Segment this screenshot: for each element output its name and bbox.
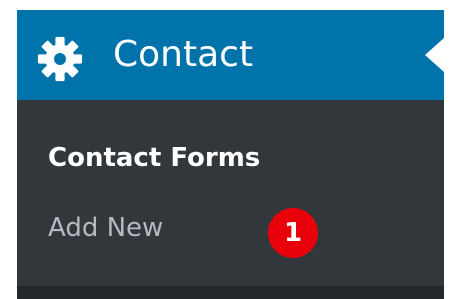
submenu-item-contact-forms[interactable]: Contact Forms [48, 139, 260, 177]
menu-item-contact[interactable]: Contact [17, 10, 444, 100]
gear-icon [37, 36, 83, 82]
current-menu-arrow [425, 38, 444, 72]
submenu-item-add-new[interactable]: Add New [48, 209, 163, 247]
menu-item-label: Contact [113, 34, 254, 75]
admin-sidebar-menu: Contact Contact Forms Add New [17, 10, 444, 299]
next-menu-item-edge [17, 286, 444, 299]
step-number-badge: 1 [268, 208, 318, 258]
